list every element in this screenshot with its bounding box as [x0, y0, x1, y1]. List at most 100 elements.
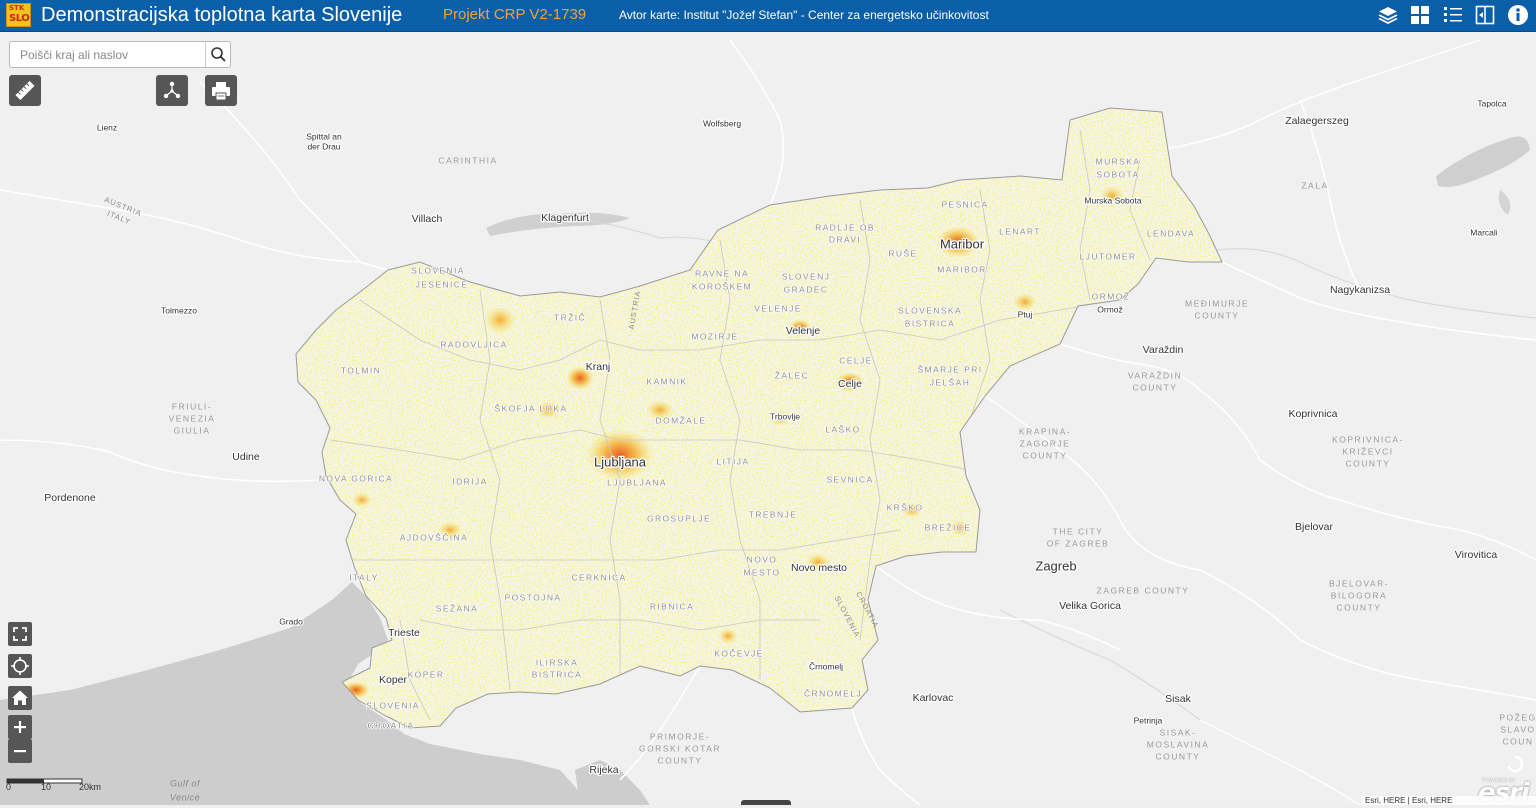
map-view[interactable]: Ljubljana Maribor Zagreb Celje Velenje Kranj N…	[0, 32, 1536, 805]
municipality-label: SLOVENSKA	[898, 305, 962, 315]
layers-icon[interactable]	[1377, 4, 1399, 26]
region-label: KRAPINA-	[1019, 426, 1071, 436]
municipality-label: LJUTOMER	[1080, 251, 1137, 261]
measure-button[interactable]	[9, 75, 41, 106]
region-label: MOSLAVINA	[1147, 739, 1209, 749]
municipality-label: LAŠKO	[825, 424, 860, 434]
zoom-in-icon	[14, 721, 26, 733]
municipality-label: BISTRICA	[532, 669, 582, 679]
municipality-label: DRAVI	[829, 234, 861, 244]
bottom-panel-handle[interactable]	[741, 800, 791, 805]
region-label: ZAGORJE	[1020, 438, 1071, 448]
legend-icon[interactable]	[1442, 4, 1464, 26]
municipality-label: GRADEC	[784, 284, 829, 294]
municipality-label: NOVA GORICA	[319, 473, 393, 483]
attribution[interactable]: Esri, HERE | Esri, HERE	[1362, 796, 1536, 805]
city-label: Celje	[838, 378, 862, 390]
city-label: Trbovlje	[770, 411, 800, 421]
city-label: Novo mesto	[791, 562, 847, 574]
region-label: CARINTHIA	[438, 155, 497, 165]
city-label: Lienz	[97, 122, 117, 132]
city-label: Klagenfurt	[541, 212, 589, 224]
measure-icon	[15, 80, 35, 101]
city-label: Črnomelj	[809, 661, 843, 671]
municipality-label: TREBNJE	[749, 509, 798, 519]
search-input[interactable]	[10, 42, 205, 67]
zoom-in-button[interactable]	[8, 715, 32, 739]
municipality-label: RIBNICA	[650, 601, 694, 611]
home-button[interactable]	[8, 686, 32, 710]
city-label: Bjelovar	[1295, 521, 1333, 533]
municipality-label: SLOVENIA	[411, 265, 465, 275]
share-button[interactable]	[156, 75, 188, 106]
municipality-label: ŽALEC	[775, 370, 809, 380]
info-icon[interactable]	[1507, 4, 1529, 26]
municipality-label: ČRNOMELJ	[804, 688, 862, 698]
print-icon	[212, 82, 230, 101]
municipality-label: LENDAVA	[1147, 228, 1195, 238]
municipality-label: SOBOTA	[1096, 169, 1139, 179]
logo-top-text: STK	[9, 4, 25, 12]
zoom-out-button[interactable]	[8, 739, 32, 763]
region-label: BJELOVAR-	[1329, 578, 1389, 588]
municipality-label: RUŠE	[888, 248, 917, 258]
home-icon	[12, 690, 28, 705]
scale-label-10: 10	[41, 782, 52, 792]
municipality-label: CERKNICA	[571, 572, 626, 582]
region-label: SISAK-	[1160, 727, 1197, 737]
municipality-label: SLOVENJ	[782, 271, 831, 281]
water-label: Gulf of	[170, 778, 201, 788]
city-label: Marcali	[1470, 227, 1498, 237]
fullscreen-button[interactable]	[8, 622, 32, 646]
logo-bottom-text: SLO	[9, 13, 30, 24]
municipality-label: MURSKA	[1096, 156, 1141, 166]
municipality-label: RADOVLJICA	[440, 339, 507, 349]
city-label: der Drau	[307, 141, 340, 151]
city-label: Ormož	[1097, 304, 1123, 314]
locate-button[interactable]	[8, 654, 32, 678]
city-label: Murska Sobota	[1084, 195, 1141, 205]
region-label: COUNTY	[658, 755, 703, 765]
region-label: OF ZAGREB	[1047, 538, 1110, 548]
municipality-label: MARIBOR	[937, 264, 986, 274]
app-logo: STK SLO	[6, 3, 31, 27]
municipality-label: JESENICE	[416, 279, 469, 289]
city-label: Virovitica	[1455, 549, 1498, 561]
municipality-label: TOLMIN	[341, 365, 381, 375]
region-label: COUN	[1502, 736, 1533, 746]
city-label: Petrinja	[1134, 715, 1163, 725]
city-label: Grado	[279, 616, 303, 626]
city-label: Nagykanizsa	[1330, 284, 1390, 296]
basemap-gallery-icon[interactable]	[1409, 4, 1431, 26]
city-label: Pordenone	[44, 492, 96, 504]
region-label: POŽEG	[1499, 712, 1536, 722]
city-label: Wolfsberg	[703, 118, 741, 128]
municipality-label: PESNICA	[941, 199, 988, 209]
region-label: COUNTY	[1023, 450, 1068, 460]
city-label: Tolmezzo	[161, 305, 197, 315]
city-label: Ljubljana	[594, 454, 647, 469]
city-label: Zalaegerszeg	[1285, 115, 1349, 127]
search-button[interactable]	[205, 42, 231, 67]
region-label: FRIULI-	[172, 401, 212, 411]
region-label: ZAGREB COUNTY	[1097, 585, 1190, 595]
municipality-label: GROSUPLJE	[647, 513, 711, 523]
scale-label-20km: 20km	[79, 782, 102, 792]
region-label: VENEZIA	[169, 413, 216, 423]
municipality-label: DOMŽALE	[656, 415, 707, 425]
city-label: Villach	[412, 213, 443, 225]
split-view-icon[interactable]	[1474, 4, 1496, 26]
municipality-label: POSTOJNA	[505, 592, 562, 602]
municipality-label: RAVNE NA	[695, 268, 749, 278]
municipality-label: ŠMARJE PRI	[917, 364, 982, 374]
city-label: Trieste	[388, 627, 420, 639]
print-button[interactable]	[205, 75, 237, 106]
loading-spinner-icon	[1507, 755, 1524, 773]
city-label: Udine	[232, 451, 260, 463]
region-label: COUNTY	[1337, 602, 1382, 612]
city-label: Sisak	[1165, 693, 1191, 705]
region-label: GIULIA	[174, 425, 211, 435]
app-title: Demonstracijska toplotna karta Slovenije	[41, 4, 403, 26]
region-label: COUNTY	[1156, 751, 1201, 761]
municipality-label: BREŽICE	[925, 522, 972, 532]
